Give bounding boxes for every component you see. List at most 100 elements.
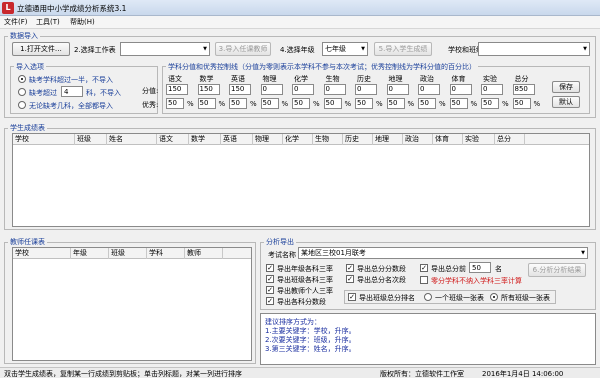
top-n-check[interactable]: ✓ <box>420 264 428 272</box>
score-input[interactable]: 0 <box>418 84 440 95</box>
top-n-suffix: 名 <box>495 265 502 273</box>
option-skip-half-radio[interactable] <box>18 75 26 83</box>
student-column-header[interactable]: 语文 <box>157 134 189 145</box>
open-file-button[interactable]: 1.打开文件… <box>12 42 70 56</box>
excellent-input[interactable]: 50 <box>481 98 499 109</box>
class-subject-label: 导出班级各科三率 <box>277 276 333 284</box>
excellent-input[interactable]: 50 <box>418 98 436 109</box>
option-skip-half-label: 缺考学科超过一半，不导入 <box>29 76 113 84</box>
score-input[interactable]: 0 <box>323 84 346 95</box>
student-column-header[interactable]: 实验 <box>463 134 495 145</box>
score-input[interactable]: 150 <box>166 84 188 95</box>
score-input[interactable]: 150 <box>197 84 220 95</box>
student-column-header[interactable]: 政治 <box>403 134 433 145</box>
school-class-combo[interactable]: ▼ <box>478 42 590 56</box>
excellent-input[interactable]: 50 <box>197 98 216 109</box>
excellent-input[interactable]: 50 <box>355 98 373 109</box>
excellent-input[interactable]: 50 <box>512 98 531 109</box>
score-input[interactable]: 150 <box>229 84 251 95</box>
student-scores-table[interactable]: 学校 班级 姓名 语文 数学 英语 物理 化学 生物 历史 地理 政治 体育 实验 总分 <box>12 133 590 227</box>
student-column-header[interactable]: 历史 <box>343 134 373 145</box>
excellent-input[interactable]: 50 <box>260 98 279 109</box>
subject-header: 生物 <box>325 75 340 83</box>
student-column-header[interactable]: 生物 <box>313 134 343 145</box>
teacher-rates-check[interactable]: ✓ <box>266 286 274 294</box>
import-scores-button[interactable]: 5.导入学生成绩 <box>374 42 432 56</box>
subject-header: 化学 <box>294 75 308 83</box>
window-title: 立德通用中小学成绩分析系统3.1 <box>17 4 127 13</box>
total-rank-check[interactable]: ✓ <box>346 275 354 283</box>
data-import-title: 数据导入 <box>8 31 40 41</box>
teacher-column-header[interactable]: 学校 <box>13 248 71 259</box>
score-input[interactable]: 0 <box>292 84 314 95</box>
excellent-input[interactable]: 50 <box>292 98 310 109</box>
chevron-down-icon: ▼ <box>583 46 587 52</box>
teacher-title: 教师任课表 <box>8 237 47 247</box>
teacher-column-header[interactable]: 学科 <box>147 248 185 259</box>
option-import-all-radio[interactable] <box>18 101 26 109</box>
one-class-per-sheet-radio[interactable] <box>424 293 432 301</box>
top-n-input[interactable]: 50 <box>469 262 491 273</box>
student-scores-header: 学校 班级 姓名 语文 数学 英语 物理 化学 生物 历史 地理 政治 体育 实验 总分 <box>13 134 589 145</box>
subject-header: 总分 <box>514 75 529 83</box>
exam-name-combo[interactable]: 某地区三校01月联考 ▼ <box>298 247 588 259</box>
teacher-table[interactable]: 学校 年级 班级 学科 教师 <box>12 247 252 361</box>
teacher-column-header[interactable]: 年级 <box>71 248 109 259</box>
subject-distribution-check[interactable]: ✓ <box>266 297 274 305</box>
excellent-input[interactable]: 50 <box>166 98 184 109</box>
student-scores-title: 学生成绩表 <box>8 123 47 133</box>
score-input[interactable]: 0 <box>355 84 377 95</box>
subject-distribution-label: 导出各科分数段 <box>277 298 326 306</box>
teacher-column-header[interactable]: 教师 <box>185 248 223 259</box>
teacher-column-header[interactable]: 班级 <box>109 248 147 259</box>
default-button[interactable]: 默认 <box>552 96 580 108</box>
student-column-header[interactable]: 学校 <box>13 134 75 145</box>
total-rank-label: 导出总分名次段 <box>357 276 406 284</box>
all-classes-one-sheet-radio[interactable] <box>490 293 498 301</box>
menu-file[interactable]: 文件(F) <box>4 17 28 27</box>
excellent-input[interactable]: 50 <box>386 98 405 109</box>
menu-tools[interactable]: 工具(T) <box>36 17 60 27</box>
score-input[interactable]: 0 <box>481 84 503 95</box>
score-row-label: 分值: <box>142 87 159 95</box>
sort-hint-line-3: 3.第三关键字：姓名，升序。 <box>265 345 356 353</box>
import-teacher-button[interactable]: 3.导入任课教师 <box>215 42 271 56</box>
subject-header: 语文 <box>168 75 182 83</box>
class-total-rank-check[interactable]: ✓ <box>348 293 356 301</box>
student-column-header[interactable]: 总分 <box>495 134 525 145</box>
skip-over-count-input[interactable]: 4 <box>61 86 83 97</box>
status-bar: 双击学生成绩表，复制某一行成绩到剪贴板；单击列标题，对某一列进行排序 版权所有：… <box>0 367 600 378</box>
total-distribution-check[interactable]: ✓ <box>346 264 354 272</box>
grade-subject-check[interactable]: ✓ <box>266 264 274 272</box>
excellent-row-label: 优秀: <box>142 101 159 109</box>
score-input[interactable]: 0 <box>260 84 283 95</box>
excellent-input[interactable]: 50 <box>323 98 342 109</box>
option-skip-over-radio[interactable] <box>18 88 26 96</box>
zero-subject-label: 零分学科不纳入学科三率计算 <box>431 277 522 285</box>
student-column-header[interactable]: 姓名 <box>107 134 157 145</box>
student-column-header[interactable]: 地理 <box>373 134 403 145</box>
option-skip-over-prefix: 缺考超过 <box>29 89 57 97</box>
percent-sign: % <box>533 100 541 108</box>
score-input[interactable]: 850 <box>512 84 535 95</box>
student-column-header[interactable]: 化学 <box>283 134 313 145</box>
menu-help[interactable]: 帮助(H) <box>70 17 95 27</box>
class-subject-check[interactable]: ✓ <box>266 275 274 283</box>
student-column-header[interactable]: 班级 <box>75 134 107 145</box>
excellent-input[interactable]: 50 <box>449 98 468 109</box>
score-input[interactable]: 0 <box>386 84 409 95</box>
student-column-header[interactable]: 体育 <box>433 134 463 145</box>
select-grade-label: 4.选择年级 <box>280 46 315 54</box>
student-column-header[interactable]: 物理 <box>253 134 283 145</box>
student-column-header[interactable]: 英语 <box>221 134 253 145</box>
save-button[interactable]: 保存 <box>552 81 580 93</box>
excellent-input[interactable]: 50 <box>229 98 247 109</box>
score-settings-title: 学科分值和优秀控制线（分值为零则表示本学科不参与本次考试；优秀控制线为学科分值的… <box>166 62 478 72</box>
score-input[interactable]: 0 <box>449 84 472 95</box>
zero-subject-check[interactable] <box>420 276 428 284</box>
select-sheet-combo[interactable]: ▼ <box>120 42 210 56</box>
select-grade-combo[interactable]: 七年级 ▼ <box>322 42 368 56</box>
student-column-header[interactable]: 数学 <box>189 134 221 145</box>
option-import-all-label: 无论缺考几科，全部都导入 <box>29 102 113 110</box>
start-analysis-button[interactable]: 6.分析分析结果 <box>528 263 586 277</box>
